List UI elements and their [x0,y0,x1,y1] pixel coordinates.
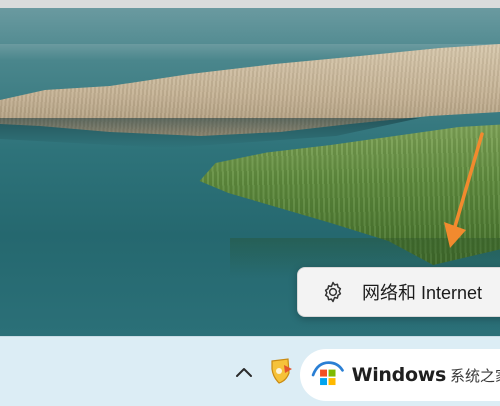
windows-logo-icon [311,361,344,386]
network-internet-flyout[interactable]: 网络和 Internet [297,267,500,317]
shield-app-icon [271,358,292,384]
show-hidden-icons-button[interactable] [233,361,255,383]
gear-icon [320,279,346,305]
annotation-arrow-icon [444,132,484,248]
flyout-label: 网络和 Internet [362,283,483,303]
window-edge [0,0,500,8]
watermark-brand: Windows [351,364,447,386]
watermark-badge: Windows 系统之家 [300,349,500,401]
chevron-up-icon [236,368,252,377]
tray-app-button[interactable] [268,357,294,385]
watermark-brand-suffix: 系统之家 [449,366,500,385]
desktop-screen: 网络和 Internet Windows 系统之家 [0,0,500,406]
